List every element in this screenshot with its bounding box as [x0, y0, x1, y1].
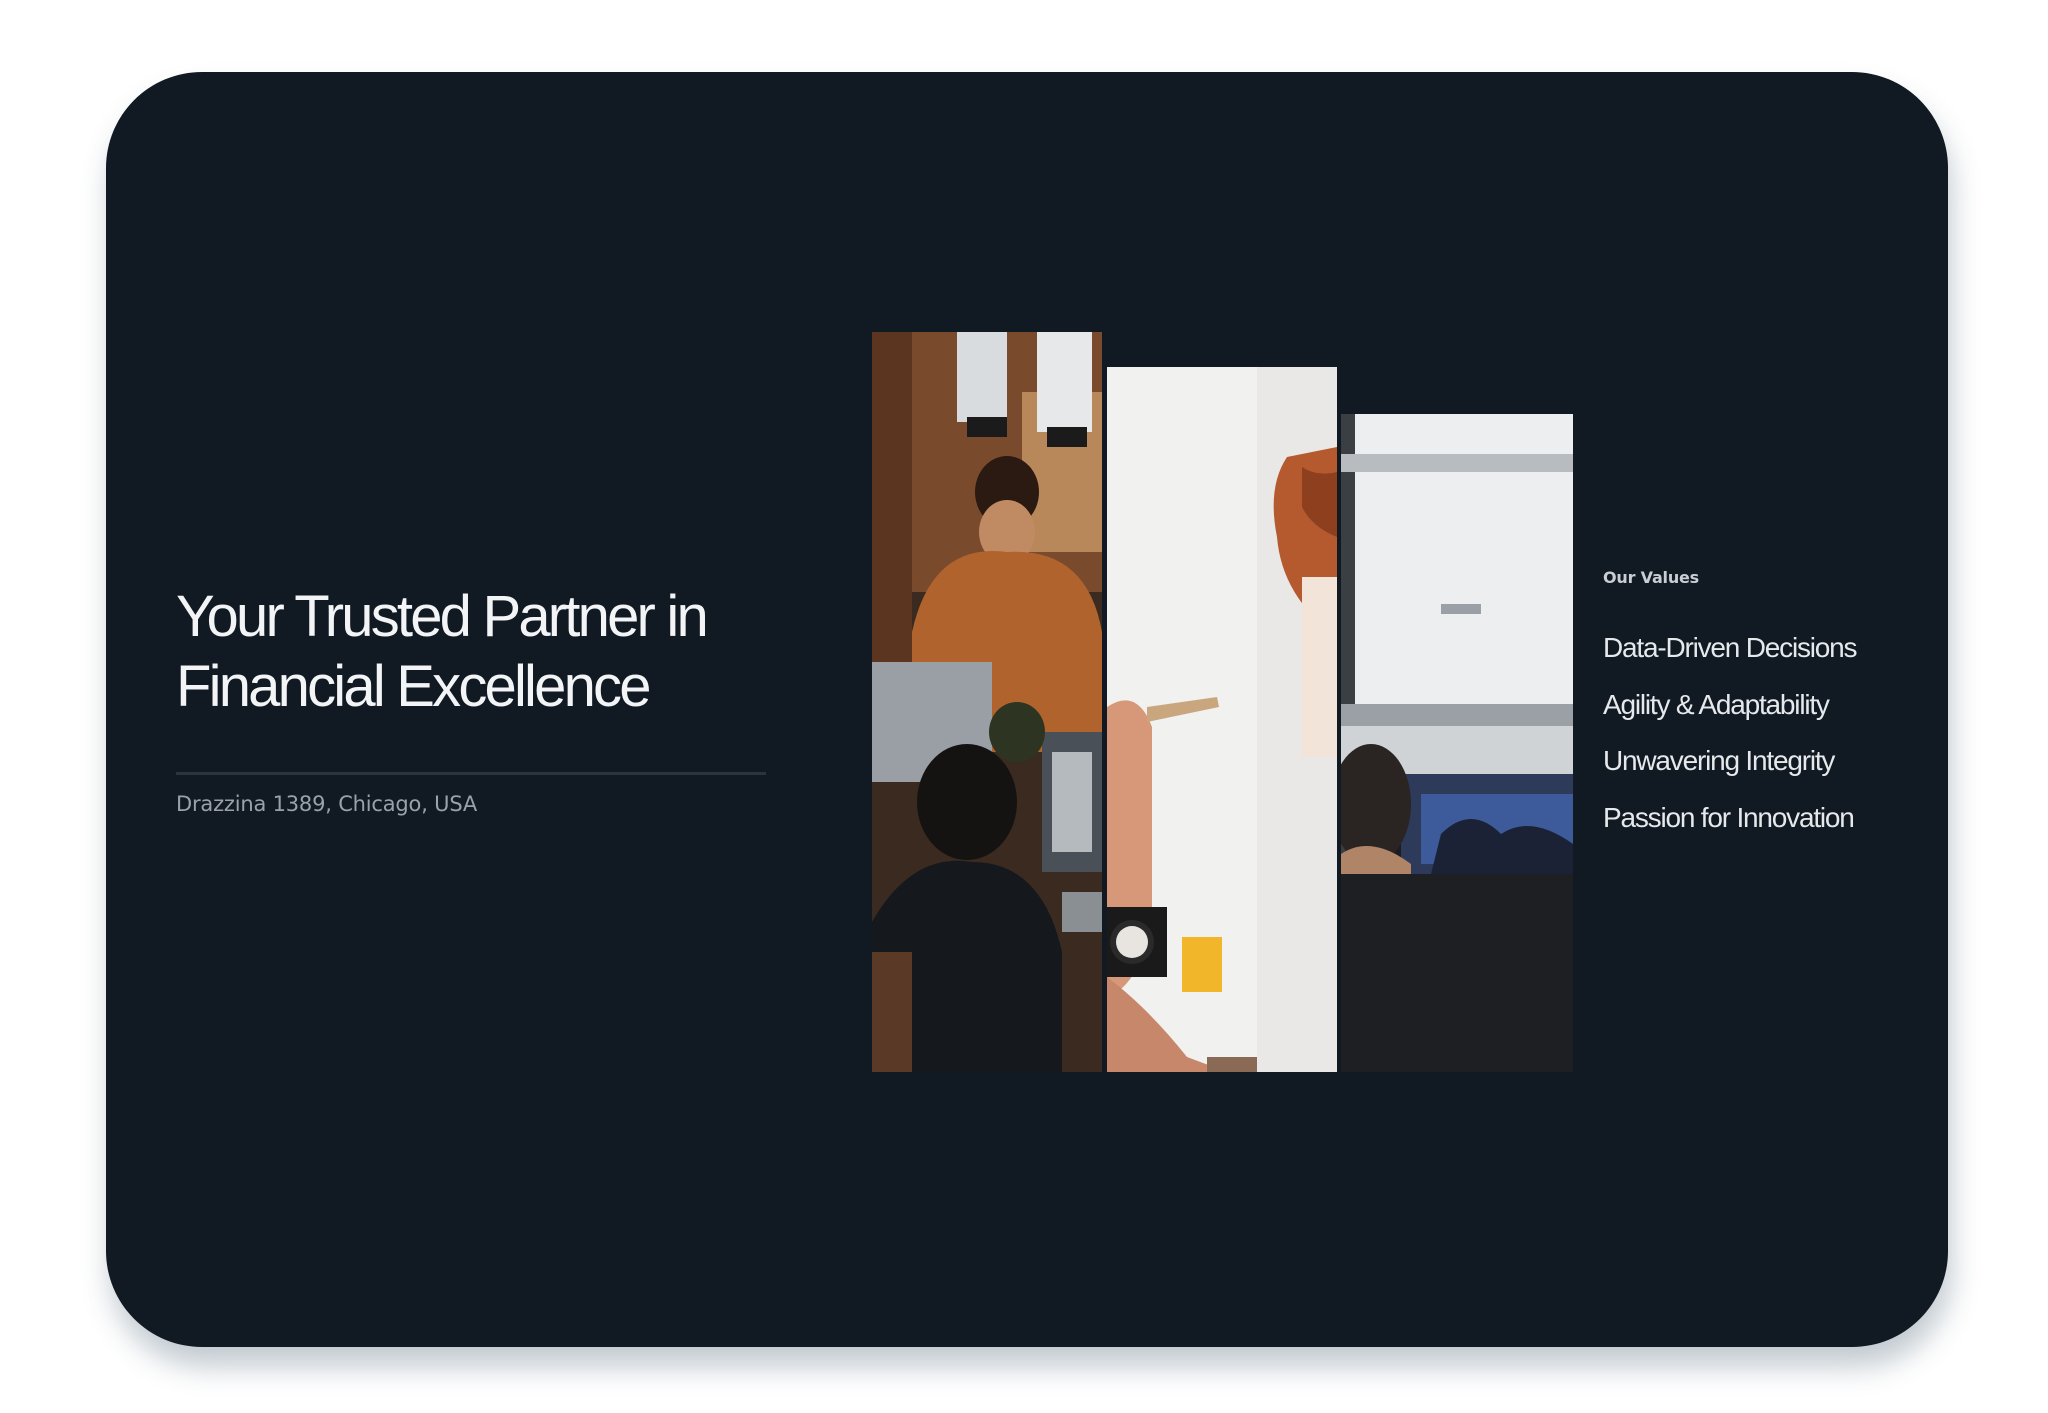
hand-with-pen-photo [1107, 367, 1337, 1072]
headline: Your Trusted Partner in Financial Excell… [176, 582, 709, 722]
page: Your Trusted Partner in Financial Excell… [0, 0, 2048, 1413]
value-item-agility: Agility & Adaptability [1603, 688, 1830, 720]
divider [176, 772, 766, 775]
headline-line-2: Financial Excellence [176, 654, 652, 719]
values-label: Our Values [1603, 568, 1700, 587]
office-window-photo [1341, 414, 1573, 1072]
headline-line-1: Your Trusted Partner in [176, 584, 709, 649]
value-item-integrity: Unwavering Integrity [1603, 745, 1835, 776]
values-list: Data-Driven Decisions Agility & Adaptabi… [1603, 620, 1858, 846]
team-at-work-photo [872, 332, 1102, 1072]
value-item-innovation: Passion for Innovation [1603, 801, 1855, 833]
address: Drazzina 1389, Chicago, USA [176, 792, 478, 816]
value-item-data-driven: Data-Driven Decisions [1603, 632, 1858, 663]
slide-card: Your Trusted Partner in Financial Excell… [106, 72, 1948, 1347]
